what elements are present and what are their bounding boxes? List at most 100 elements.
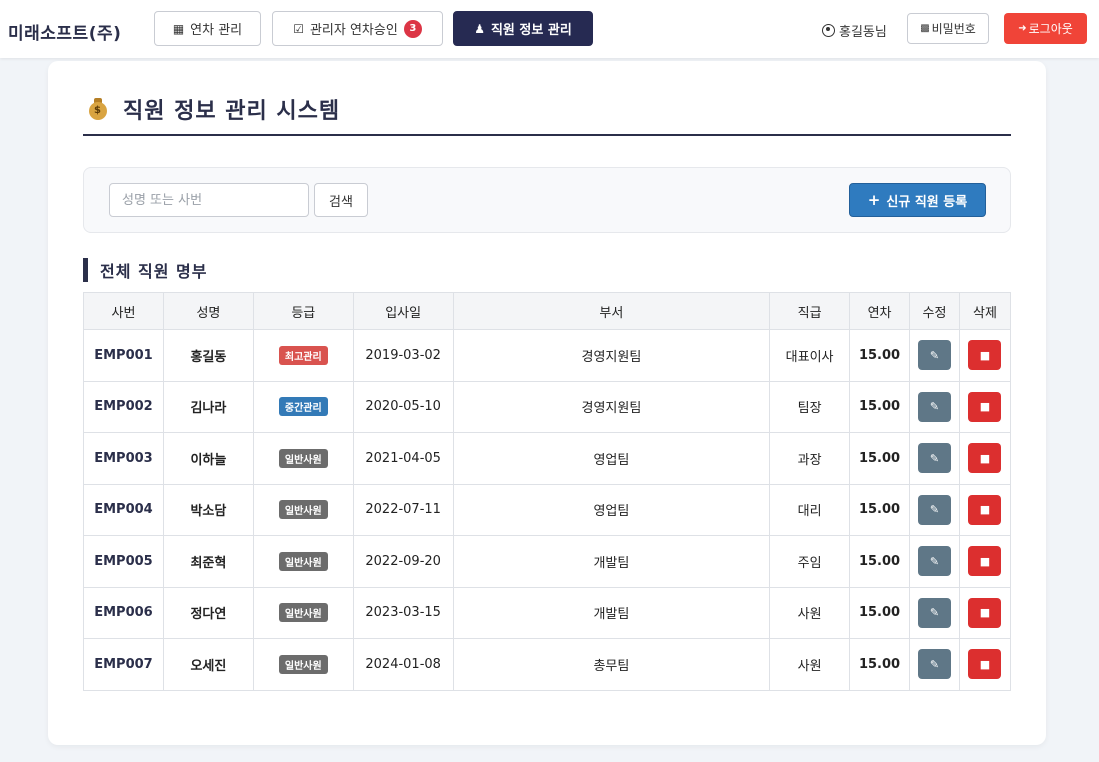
table-row: EMP003 이하늘 일반사원 2021-04-05 영업팀 과장 15.00 ✎ ■ bbox=[83, 432, 1012, 485]
department-cell: 총무팀 bbox=[452, 638, 771, 691]
logout-label: 로그아웃 bbox=[1028, 22, 1073, 36]
nav-leave-management-button[interactable]: ▦ 연차 관리 bbox=[154, 11, 261, 46]
grade-badge: 일반사원 bbox=[278, 603, 328, 623]
brand-name: 미래소프트(주) bbox=[8, 24, 122, 44]
department-cell: 경영지원팀 bbox=[452, 329, 771, 382]
delete-button[interactable]: ■ bbox=[968, 546, 1002, 577]
leave-days-cell: 15.00 bbox=[849, 586, 911, 639]
col-header-position: 직급 bbox=[769, 292, 851, 330]
emp-name-cell: 이하늘 bbox=[162, 432, 254, 485]
col-header-hire-date: 입사일 bbox=[352, 292, 454, 330]
table-row: EMP007 오세진 일반사원 2024-01-08 총무팀 사원 15.00 ✎ ■ bbox=[83, 638, 1012, 691]
edit-cell: ✎ bbox=[909, 638, 960, 691]
grade-cell: 일반사원 bbox=[252, 483, 354, 536]
nav-leave-management-label: 연차 관리 bbox=[190, 23, 243, 38]
nav-employee-management-button[interactable]: ♟ 직원 정보 관리 bbox=[453, 11, 593, 46]
top-navbar: 미래소프트(주) ▦ 연차 관리 ☑ 관리자 연차승인 3 ♟ 직원 정보 관리… bbox=[0, 0, 1099, 58]
money-bag-icon: $ bbox=[87, 96, 111, 122]
nav-admin-approval-button[interactable]: ☑ 관리자 연차승인 3 bbox=[272, 11, 443, 46]
edit-button[interactable]: ✎ bbox=[918, 649, 951, 680]
col-header-emp-id: 사번 bbox=[83, 292, 164, 330]
edit-button[interactable]: ✎ bbox=[918, 546, 951, 577]
grade-cell: 일반사원 bbox=[252, 432, 354, 485]
user-greeting-text: 홍길동님 bbox=[839, 25, 887, 40]
emp-id-cell: EMP004 bbox=[83, 483, 164, 536]
delete-button[interactable]: ■ bbox=[968, 597, 1002, 628]
hire-date-cell: 2022-09-20 bbox=[352, 535, 454, 588]
position-cell: 과장 bbox=[769, 432, 851, 485]
position-cell: 사원 bbox=[769, 586, 851, 639]
trash-icon: ■ bbox=[979, 451, 991, 465]
employee-card: $ 직원 정보 관리 시스템 검색 + 신규 직원 등록 전체 직원 명부 사번… bbox=[48, 61, 1046, 745]
employee-table-body: EMP001 홍길동 최고관리 2019-03-02 경영지원팀 대표이사 15.00 ✎ ■ E… bbox=[83, 329, 1012, 691]
department-cell: 영업팀 bbox=[452, 432, 771, 485]
edit-button[interactable]: ✎ bbox=[918, 597, 951, 628]
delete-cell: ■ bbox=[958, 535, 1012, 588]
employee-table: 사번 성명 등급 입사일 부서 직급 연차 수정 삭제 EMP001 홍길동 최고관… bbox=[83, 292, 1012, 691]
delete-button[interactable]: ■ bbox=[968, 340, 1002, 371]
table-row: EMP006 정다연 일반사원 2023-03-15 개발팀 사원 15.00 ✎ ■ bbox=[83, 586, 1012, 639]
emp-id-cell: EMP001 bbox=[83, 329, 164, 382]
edit-icon: ✎ bbox=[929, 451, 940, 465]
change-password-button[interactable]: ▩ 비밀번호 bbox=[907, 13, 989, 44]
emp-id-cell: EMP006 bbox=[83, 586, 164, 639]
delete-cell: ■ bbox=[958, 329, 1012, 382]
grade-badge: 일반사원 bbox=[278, 551, 328, 571]
edit-cell: ✎ bbox=[909, 483, 960, 536]
edit-icon: ✎ bbox=[929, 503, 940, 517]
delete-cell: ■ bbox=[958, 432, 1012, 485]
approval-count-badge: 3 bbox=[403, 19, 422, 38]
section-title: 전체 직원 명부 bbox=[83, 258, 207, 282]
change-password-label: 비밀번호 bbox=[931, 22, 976, 36]
add-employee-label: 신규 직원 등록 bbox=[886, 194, 968, 210]
delete-button[interactable]: ■ bbox=[968, 649, 1002, 680]
user-greeting: 홍길동님 bbox=[822, 21, 887, 40]
col-header-edit: 수정 bbox=[909, 292, 960, 330]
hire-date-cell: 2023-03-15 bbox=[352, 586, 454, 639]
emp-name-cell: 김나라 bbox=[162, 380, 254, 433]
grade-badge: 일반사원 bbox=[278, 500, 328, 520]
hire-date-cell: 2019-03-02 bbox=[352, 329, 454, 382]
edit-icon: ✎ bbox=[929, 400, 940, 414]
edit-button[interactable]: ✎ bbox=[918, 391, 951, 422]
edit-button[interactable]: ✎ bbox=[918, 494, 951, 525]
search-input[interactable] bbox=[109, 183, 309, 217]
edit-icon: ✎ bbox=[929, 554, 940, 568]
emp-name-cell: 정다연 bbox=[162, 586, 254, 639]
department-cell: 개발팀 bbox=[452, 535, 771, 588]
leave-days-cell: 15.00 bbox=[849, 432, 911, 485]
logout-button[interactable]: ➜ 로그아웃 bbox=[1004, 13, 1087, 44]
delete-button[interactable]: ■ bbox=[968, 494, 1002, 525]
grade-badge: 최고관리 bbox=[278, 345, 328, 365]
search-button[interactable]: 검색 bbox=[314, 183, 368, 217]
nav-employee-management-label: 직원 정보 관리 bbox=[490, 23, 572, 38]
edit-button[interactable]: ✎ bbox=[918, 443, 951, 474]
grade-cell: 중간관리 bbox=[252, 380, 354, 433]
hire-date-cell: 2022-07-11 bbox=[352, 483, 454, 536]
department-cell: 경영지원팀 bbox=[452, 380, 771, 433]
edit-button[interactable]: ✎ bbox=[918, 340, 951, 371]
col-header-grade: 등급 bbox=[252, 292, 354, 330]
grade-badge: 중간관리 bbox=[278, 397, 328, 417]
search-panel: 검색 + 신규 직원 등록 bbox=[83, 167, 1011, 233]
table-row: EMP002 김나라 중간관리 2020-05-10 경영지원팀 팀장 15.00 ✎ ■ bbox=[83, 380, 1012, 433]
col-header-department: 부서 bbox=[452, 292, 771, 330]
leave-days-cell: 15.00 bbox=[849, 638, 911, 691]
add-employee-button[interactable]: + 신규 직원 등록 bbox=[849, 183, 986, 217]
check-square-icon: ☑ bbox=[293, 21, 304, 36]
grade-badge: 일반사원 bbox=[278, 448, 328, 468]
department-cell: 영업팀 bbox=[452, 483, 771, 536]
edit-icon: ✎ bbox=[929, 606, 940, 620]
edit-icon: ✎ bbox=[929, 657, 940, 671]
delete-cell: ■ bbox=[958, 483, 1012, 536]
table-row: EMP004 박소담 일반사원 2022-07-11 영업팀 대리 15.00 ✎ ■ bbox=[83, 483, 1012, 536]
delete-button[interactable]: ■ bbox=[968, 391, 1002, 422]
edit-cell: ✎ bbox=[909, 329, 960, 382]
position-cell: 대리 bbox=[769, 483, 851, 536]
position-cell: 사원 bbox=[769, 638, 851, 691]
delete-button[interactable]: ■ bbox=[968, 443, 1002, 474]
emp-name-cell: 홍길동 bbox=[162, 329, 254, 382]
trash-icon: ■ bbox=[979, 400, 991, 414]
hire-date-cell: 2021-04-05 bbox=[352, 432, 454, 485]
grade-cell: 일반사원 bbox=[252, 586, 354, 639]
